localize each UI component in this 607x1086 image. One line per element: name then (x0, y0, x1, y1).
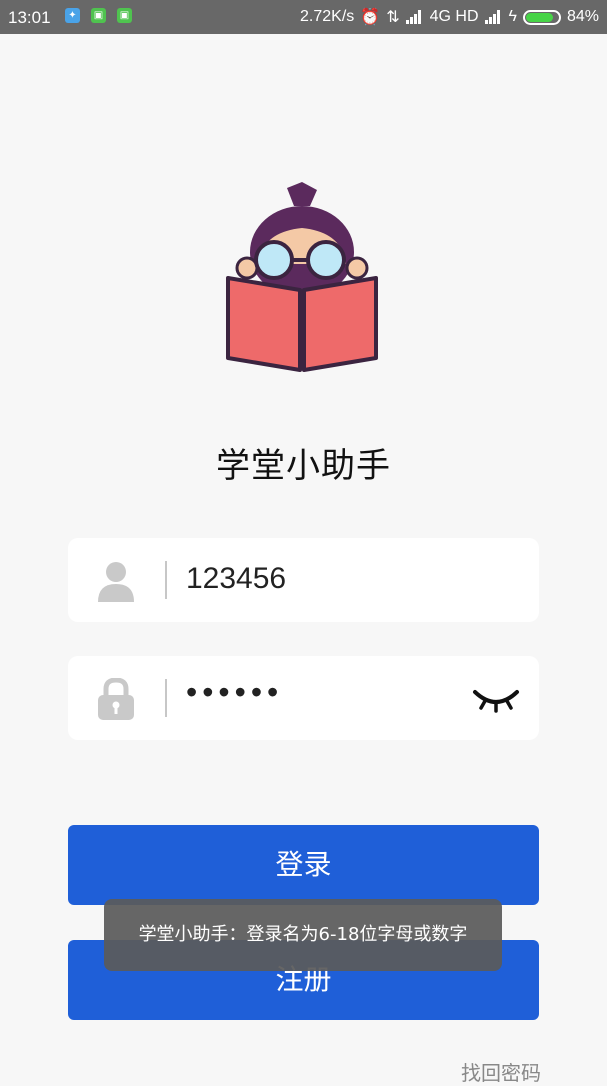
battery-percent: 84% (566, 8, 599, 25)
password-field[interactable]: •••••• (68, 656, 539, 740)
eye-closed-icon[interactable] (471, 684, 521, 714)
battery-icon (522, 9, 561, 25)
forgot-password-link[interactable]: 找回密码 (461, 1057, 541, 1086)
notification-app-icon: ▣ (117, 8, 132, 23)
signal-icon (405, 10, 424, 24)
network-type: 4G HD (429, 8, 479, 25)
notification-app-icon: ✦ (65, 8, 80, 23)
app-title: 学堂小助手 (216, 446, 391, 486)
username-field[interactable]: 123456 (68, 538, 539, 622)
toast-message: 学堂小助手：登录名为6-18位字母或数字 (104, 899, 502, 971)
battery-level (525, 12, 553, 22)
status-time: 13:01 (8, 8, 51, 27)
field-divider (165, 561, 167, 599)
user-icon (98, 562, 134, 602)
status-indicators: 2.72K/s ⏰ ⇅ 4G HD ϟ 84% (300, 7, 599, 27)
lock-icon (98, 678, 134, 720)
notification-app-icon: ▣ (91, 8, 106, 23)
reading-student-logo (226, 182, 378, 372)
network-speed: 2.72K/s (300, 8, 355, 25)
login-button[interactable]: 登录 (68, 825, 539, 905)
signal-icon (484, 10, 503, 24)
field-divider (165, 679, 167, 717)
alarm-icon: ⏰ (360, 9, 381, 26)
charging-icon: ϟ (508, 8, 517, 25)
data-transfer-icon: ⇅ (386, 9, 400, 26)
password-input[interactable]: •••••• (186, 674, 283, 711)
status-bar: 13:01 ✦ ▣ ▣ 2.72K/s ⏰ ⇅ 4G HD ϟ 84% (0, 0, 607, 34)
username-input[interactable]: 123456 (186, 562, 286, 596)
